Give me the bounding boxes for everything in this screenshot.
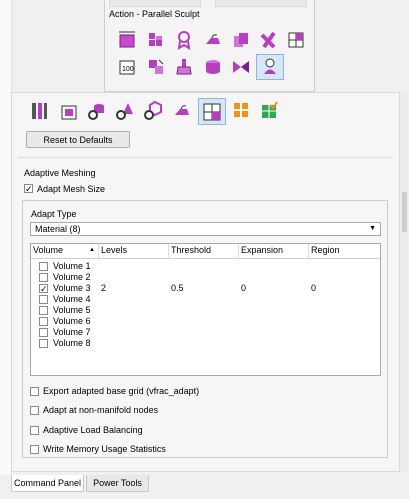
volume-name: Volume 7 [53,327,91,337]
volume-checkbox[interactable] [39,295,48,304]
expansion-value[interactable]: 0 [241,283,246,294]
bow-tie-icon[interactable] [228,55,254,79]
section-title: Adaptive Meshing [24,168,96,178]
action-popup: Action - Parallel Sculpt 100 [104,0,315,92]
levels-value[interactable]: 2 [101,283,106,294]
option-label: Export adapted base grid (vfrac_adapt) [43,386,200,396]
cylinder-gear-icon[interactable] [84,99,110,123]
column-header-region[interactable]: Region [309,244,381,258]
broom-icon[interactable] [171,55,197,79]
volume-name: Volume 1 [53,261,91,271]
orange-grid-icon[interactable] [228,99,254,123]
command-panel: Reset to Defaults Adaptive Meshing ✓ Ada… [11,92,400,472]
volume-checkbox[interactable] [39,306,48,315]
volume-checkbox[interactable] [39,273,48,282]
iron-icon[interactable] [200,28,226,52]
adapt-type-value: Material (8) [35,224,81,234]
hexagon-gear-icon[interactable] [140,99,166,123]
box-select-icon[interactable] [114,28,140,52]
cone-gear-icon[interactable] [112,99,138,123]
svg-text:100: 100 [122,66,134,73]
table-row[interactable]: Volume 7 [31,327,380,338]
table-row[interactable]: Volume 4 [31,294,380,305]
column-header-expansion[interactable]: Expansion [239,244,309,258]
chevron-down-icon: ▼ [369,225,376,232]
column-header-volume[interactable]: Volume ▲ [31,244,99,258]
table-row[interactable]: ✓ Volume 3 2 0.5 0 0 [31,283,380,294]
iron-icon[interactable] [169,99,195,123]
tab-bar: Command Panel Power Tools [0,475,409,499]
grid-blocks-icon[interactable] [143,28,169,52]
adapt-mesh-size-checkbox[interactable]: ✓ [24,184,33,194]
option-checkbox[interactable] [30,445,39,454]
numbered-box-icon[interactable]: 100 [114,55,140,79]
volume-name: Volume 4 [53,294,91,304]
popup-title: Action - Parallel Sculpt [109,9,200,19]
adapt-type-dropdown[interactable]: Material (8) ▼ [30,222,381,236]
green-grid-check-icon[interactable] [256,99,282,123]
adapt-mesh-size-label: Adapt Mesh Size [37,184,106,194]
volume-name: Volume 3 [53,283,91,293]
reset-defaults-button[interactable]: Reset to Defaults [26,131,130,148]
sort-arrow-icon: ▲ [89,247,95,253]
adapt-group-box: Adapt Type Material (8) ▼ Volume ▲ Level… [22,200,388,458]
column-header-levels[interactable]: Levels [99,244,169,258]
ribbon-award-icon[interactable] [171,28,197,52]
table-row[interactable]: Volume 1 [31,261,380,272]
adapt-grid-icon[interactable] [198,98,226,125]
tab-command-panel[interactable]: Command Panel [11,475,84,492]
scrollbar-thumb[interactable] [402,192,407,232]
popup-top-slot [109,0,201,7]
volume-checkbox[interactable] [39,262,48,271]
table-row[interactable]: Volume 2 [31,272,380,283]
table-row[interactable]: Volume 5 [31,305,380,316]
table-row[interactable]: Volume 6 [31,316,380,327]
popup-top-slot [215,0,307,7]
quad-grid-icon[interactable] [283,28,309,52]
table-row[interactable]: Volume 8 [31,338,380,349]
cross-x-icon[interactable] [256,28,282,52]
volume-table[interactable]: Volume ▲ Levels Threshold Expansion Regi… [30,243,381,376]
box-arrows-icon[interactable] [143,55,169,79]
option-label: Adapt at non-manifold nodes [43,405,159,415]
option-checkbox[interactable] [30,426,39,435]
volume-checkbox[interactable] [39,317,48,326]
column-bars-icon[interactable] [26,99,52,123]
option-label: Write Memory Usage Statistics [43,444,166,454]
column-header-threshold[interactable]: Threshold [169,244,239,258]
option-label: Adaptive Load Balancing [43,425,143,435]
cylinder-layers-icon[interactable] [200,55,226,79]
box-select-icon[interactable] [56,99,82,123]
option-checkbox[interactable] [30,406,39,415]
threshold-value[interactable]: 0.5 [171,283,184,294]
volume-name: Volume 8 [53,338,91,348]
table-header: Volume ▲ Levels Threshold Expansion Regi… [31,244,380,259]
region-value[interactable]: 0 [311,283,316,294]
option-checkbox[interactable] [30,387,39,396]
volume-checkbox[interactable] [39,328,48,337]
scrollbar[interactable] [400,92,409,472]
tab-power-tools[interactable]: Power Tools [86,475,149,492]
volume-name: Volume 6 [53,316,91,326]
adapt-type-label: Adapt Type [31,209,77,219]
volume-checkbox[interactable]: ✓ [39,284,48,294]
volume-checkbox[interactable] [39,339,48,348]
volume-name: Volume 5 [53,305,91,315]
divider [18,157,393,158]
copy-pages-icon[interactable] [228,28,254,52]
volume-name: Volume 2 [53,272,91,282]
person-bust-icon[interactable] [256,54,284,80]
